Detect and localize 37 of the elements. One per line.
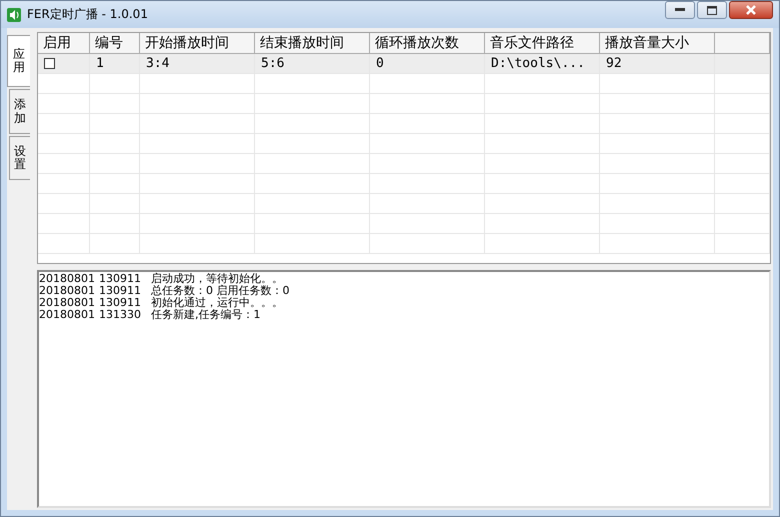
table-cell: D:\tools\... bbox=[485, 54, 600, 73]
column-header[interactable]: 音乐文件路径 bbox=[485, 33, 600, 53]
tab[interactable]: 添加 bbox=[9, 89, 30, 134]
table-cell: 1 bbox=[90, 54, 140, 73]
tab[interactable]: 设置 bbox=[9, 136, 30, 180]
maximize-button[interactable] bbox=[697, 1, 727, 19]
close-icon bbox=[745, 5, 757, 15]
log-date: 20180801 bbox=[39, 273, 95, 285]
table-cell: 92 bbox=[600, 54, 715, 73]
checkbox[interactable] bbox=[44, 58, 55, 69]
column-header[interactable]: 启用 bbox=[38, 33, 90, 53]
log-time: 130911 bbox=[99, 273, 142, 285]
log-message: 启动成功，等待初始化。。 bbox=[151, 273, 283, 285]
log-message: 任务新建,任务编号：1 bbox=[151, 309, 260, 321]
tab[interactable]: 应用 bbox=[7, 35, 30, 88]
log-date: 20180801 bbox=[39, 309, 95, 321]
column-header[interactable]: 结束播放时间 bbox=[255, 33, 370, 53]
column-header[interactable]: 播放音量大小 bbox=[600, 33, 715, 53]
table-cell: 0 bbox=[370, 54, 485, 73]
log-date: 20180801 bbox=[39, 285, 95, 297]
close-button[interactable] bbox=[729, 1, 773, 19]
log-time: 130911 bbox=[99, 285, 142, 297]
log-time: 130911 bbox=[99, 297, 142, 309]
table-cell: 3:4 bbox=[140, 54, 255, 73]
minimize-icon bbox=[675, 8, 685, 12]
log-date: 20180801 bbox=[39, 297, 95, 309]
maximize-icon bbox=[707, 6, 717, 14]
table-cell: 5:6 bbox=[255, 54, 370, 73]
column-header[interactable]: 编号 bbox=[90, 33, 140, 53]
log-message: 初始化通过，运行中。。。 bbox=[151, 297, 283, 309]
column-header[interactable]: 循环播放次数 bbox=[370, 33, 485, 53]
column-header[interactable]: 开始播放时间 bbox=[140, 33, 255, 53]
minimize-button[interactable] bbox=[665, 1, 695, 19]
window-title: FER定时广播 - 1.0.01 bbox=[27, 6, 148, 23]
speaker-icon bbox=[7, 8, 21, 22]
log-time: 131330 bbox=[99, 309, 142, 321]
log-message: 总任务数：0 启用任务数：0 bbox=[151, 285, 290, 297]
